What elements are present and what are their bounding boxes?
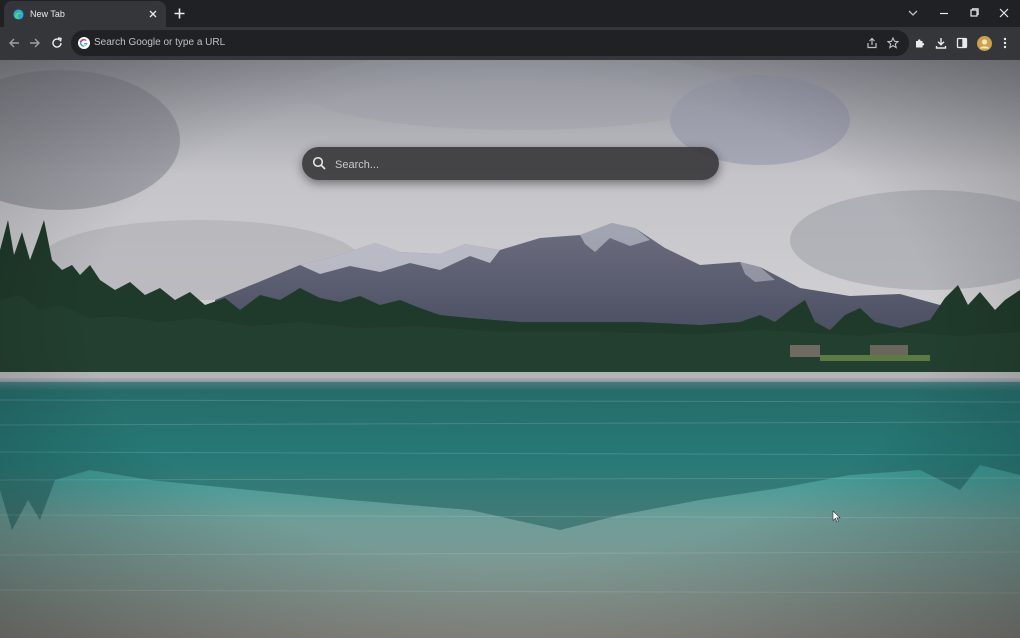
share-icon[interactable] [864,35,880,51]
reload-icon[interactable] [49,35,65,51]
new-tab-page [0,60,1020,638]
edge-icon [13,8,24,20]
extensions-icon[interactable] [912,35,928,51]
download-icon[interactable] [933,35,949,51]
search-input[interactable] [333,155,707,174]
address-bar[interactable]: Search Google or type a URL [71,30,909,56]
sidebar-icon[interactable] [954,35,970,51]
browser-toolbar: Search Google or type a URL [0,27,1020,60]
chevron-down-icon[interactable] [903,4,923,22]
tab-new-tab[interactable]: New Tab [4,1,166,27]
avatar[interactable] [976,35,992,51]
new-tab-button[interactable] [170,4,188,22]
minimize-icon[interactable] [934,4,954,22]
search-bar[interactable] [302,147,719,180]
google-icon [78,37,90,49]
restore-icon[interactable] [964,4,984,22]
address-bar-placeholder: Search Google or type a URL [94,37,226,48]
mouse-cursor-icon [832,510,841,523]
close-icon[interactable] [994,4,1014,22]
tab-close-icon[interactable] [146,7,160,21]
search-icon [312,156,326,170]
star-icon[interactable] [885,35,901,51]
back-icon[interactable] [6,35,22,51]
forward-icon[interactable] [27,35,43,51]
tab-title: New Tab [30,9,65,19]
menu-icon[interactable] [997,35,1013,51]
tab-strip: New Tab [0,0,1020,27]
